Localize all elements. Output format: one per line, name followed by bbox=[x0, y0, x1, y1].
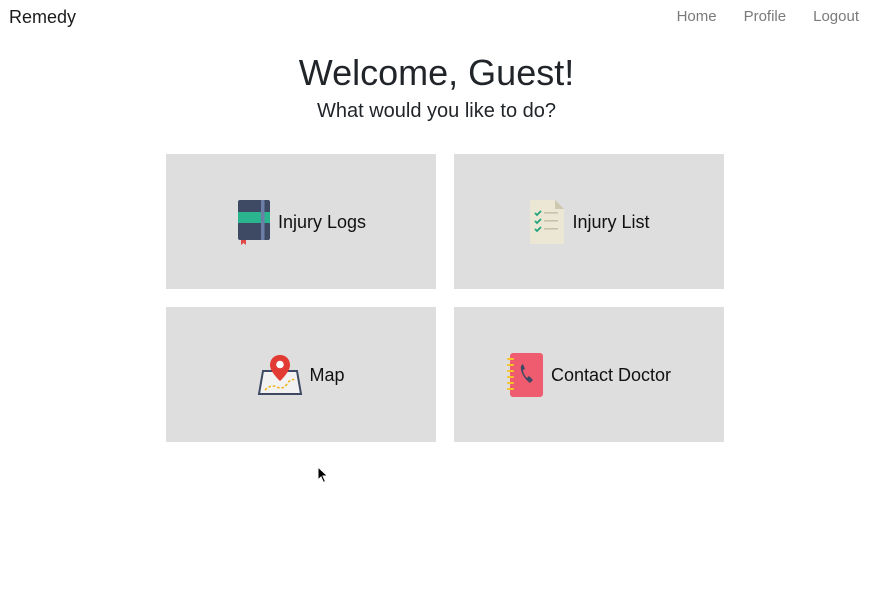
notebook-icon bbox=[236, 199, 272, 245]
nav-link-home[interactable]: Home bbox=[677, 8, 717, 26]
phone-book-icon bbox=[506, 352, 545, 398]
checklist-document-icon bbox=[528, 199, 566, 245]
nav-links: Home Profile Logout bbox=[677, 8, 859, 26]
tile-label: Contact Doctor bbox=[550, 364, 672, 385]
brand-link[interactable]: Remedy bbox=[9, 6, 76, 28]
contact-doctor-tile[interactable]: Contact Doctor bbox=[454, 307, 724, 442]
navbar: Remedy Home Profile Logout bbox=[0, 0, 873, 34]
injury-logs-tile[interactable]: Injury Logs bbox=[166, 154, 436, 289]
map-pin-icon bbox=[257, 354, 303, 396]
tile-label: Injury List bbox=[572, 211, 650, 232]
tile-label: Injury Logs bbox=[277, 211, 367, 232]
tile-label: Map bbox=[309, 364, 345, 385]
mouse-cursor-icon bbox=[317, 465, 329, 489]
map-tile[interactable]: Map bbox=[166, 307, 436, 442]
nav-link-logout[interactable]: Logout bbox=[813, 8, 859, 26]
nav-link-profile[interactable]: Profile bbox=[744, 8, 787, 26]
injury-list-tile[interactable]: Injury List bbox=[454, 154, 724, 289]
page-title: Welcome, Guest! bbox=[298, 52, 575, 93]
page-subtitle: What would you like to do? bbox=[316, 100, 557, 122]
page: Remedy Home Profile Logout Welcome, Gues… bbox=[0, 0, 873, 605]
